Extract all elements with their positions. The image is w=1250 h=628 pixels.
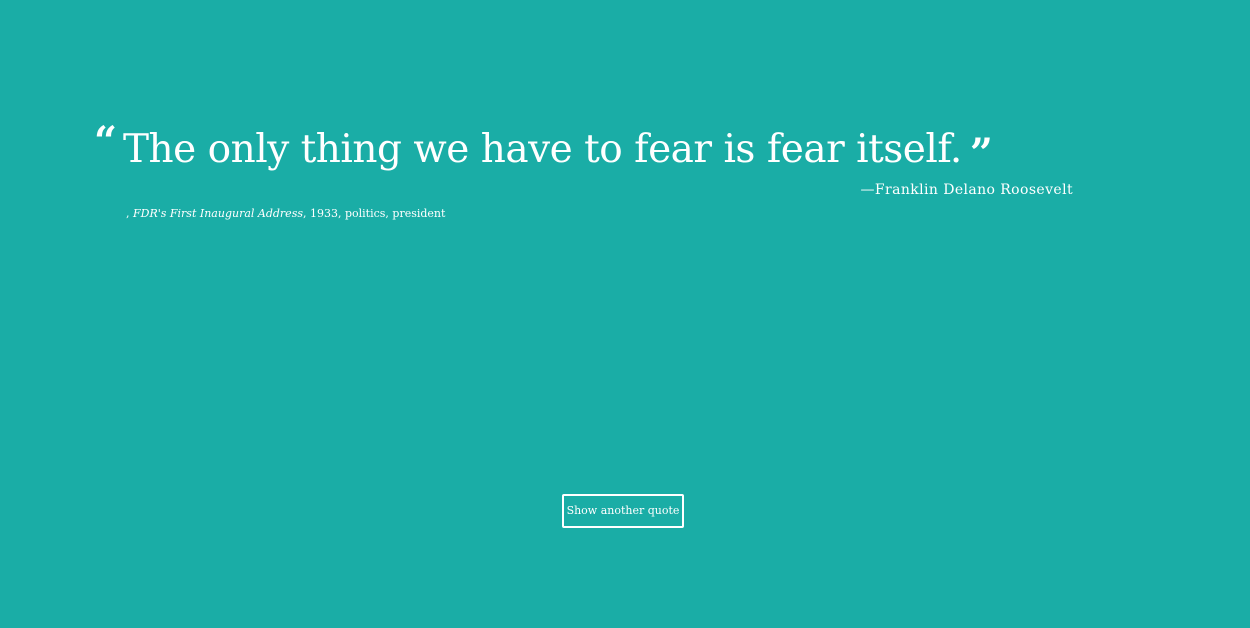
meta-prefix: , — [126, 207, 133, 220]
button-wrap: Show another quote — [562, 494, 684, 528]
meta-tags: , 1933, politics, president — [302, 207, 446, 220]
open-quote-icon: “ — [94, 118, 118, 165]
quote-source: FDR's First Inaugural Address — [133, 207, 303, 220]
show-another-quote-button[interactable]: Show another quote — [562, 494, 684, 528]
quote-author: —Franklin Delano Roosevelt — [860, 182, 1073, 198]
quote-line: “ The only thing we have to fear is fear… — [94, 122, 1094, 178]
quote-block: “ The only thing we have to fear is fear… — [94, 122, 1094, 178]
quote-page: “ The only thing we have to fear is fear… — [0, 0, 1250, 628]
close-quote-icon: ” — [969, 130, 993, 177]
quote-meta: , FDR's First Inaugural Address, 1933, p… — [126, 207, 445, 220]
quote-text: The only thing we have to fear is fear i… — [123, 127, 962, 172]
